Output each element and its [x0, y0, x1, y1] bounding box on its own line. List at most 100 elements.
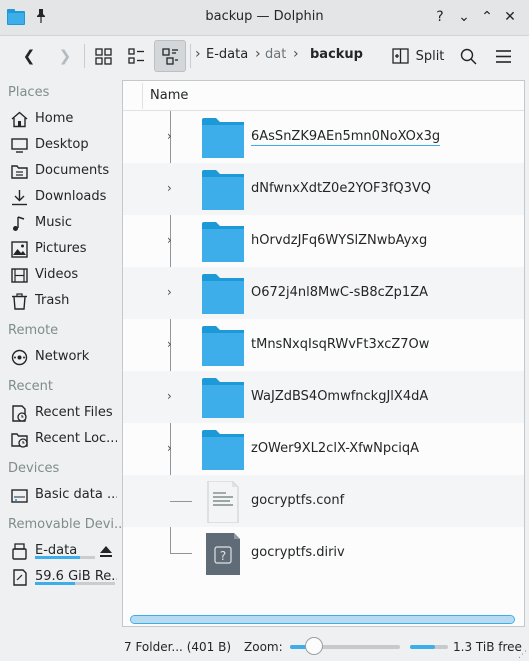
status-bar: 7 Folder... (401 B) Zoom: 1.3 TiB free	[0, 631, 529, 661]
icons-view-button[interactable]	[88, 40, 118, 72]
sidebar-item-label: Home	[35, 111, 74, 126]
sidebar-item-basic-data[interactable]: Basic data ...	[0, 483, 120, 507]
sidebar-item-label: Documents	[35, 163, 110, 178]
sd-card-icon	[13, 569, 27, 586]
sidebar-item-trash[interactable]: Trash	[0, 289, 120, 313]
file-row[interactable]: ? gocryptfs.diriv	[123, 527, 524, 579]
eject-icon[interactable]	[99, 544, 113, 558]
e-data-usage-bar	[35, 556, 95, 559]
split-view-icon	[391, 48, 409, 64]
resize-grip-icon[interactable]: ⋰	[518, 650, 527, 660]
details-view-icon	[161, 47, 178, 65]
folder-icon	[202, 274, 244, 314]
forward-button[interactable]: ❯	[50, 40, 80, 72]
zoom-label: Zoom:	[244, 640, 283, 654]
column-header: Name	[123, 81, 524, 111]
expander-arrow-icon[interactable]: ›	[167, 285, 172, 299]
toolbar-separator	[190, 44, 191, 68]
sidebar-item-label: Recent Loc...	[35, 431, 117, 446]
file-name[interactable]: gocryptfs.diriv	[251, 545, 345, 560]
horizontal-scrollbar[interactable]	[130, 615, 515, 624]
sidebar-item-pictures[interactable]: Pictures	[0, 237, 120, 261]
compact-view-icon	[127, 47, 144, 64]
file-name[interactable]: 6AsSnZK9AEn5mn0NoXOx3g	[251, 129, 441, 146]
minimize-button[interactable]: ⌄	[455, 8, 473, 26]
section-places: Places	[8, 85, 50, 100]
sidebar-item-label: Pictures	[35, 241, 87, 256]
breadcrumb-item[interactable]: E-data	[206, 47, 248, 62]
sidebar-item-recent-files[interactable]: Recent Files	[0, 401, 120, 425]
sidebar-item-label: Downloads	[35, 189, 107, 204]
file-row[interactable]: › tMnsNxqIsqRWvFt3xcZ7Ow	[123, 319, 524, 371]
toolbar-separator	[84, 44, 85, 68]
maximize-button[interactable]: ⌃	[478, 8, 496, 26]
music-icon	[13, 216, 25, 231]
sidebar-item-videos[interactable]: Videos	[0, 263, 120, 287]
file-row[interactable]: › O672j4nl8MwC-sB8cZp1ZA	[123, 267, 524, 319]
folder-icon	[202, 170, 244, 210]
file-row[interactable]: › hOrvdzJFq6WYSlZNwbAyxg	[123, 215, 524, 267]
scrollbar-thumb[interactable]	[131, 616, 514, 623]
usb-drive-icon	[12, 543, 27, 560]
sidebar-item-music[interactable]: Music	[0, 211, 120, 235]
expander-arrow-icon[interactable]: ›	[167, 181, 172, 195]
file-name[interactable]: hOrvdzJFq6WYSlZNwbAyxg	[251, 233, 427, 248]
section-removable-devices: Removable Devi...	[8, 517, 122, 532]
sidebar-item-recent-locations[interactable]: Recent Loc...	[0, 427, 120, 451]
file-row[interactable]: › zOWer9XL2clX-XfwNpciqA	[123, 423, 524, 475]
recent-locations-icon	[11, 433, 28, 448]
drive-icon	[11, 489, 28, 503]
details-view-button[interactable]	[154, 40, 186, 72]
help-button[interactable]: ?	[431, 8, 449, 26]
tree-line	[170, 501, 192, 502]
unknown-file-icon: ?	[206, 533, 240, 575]
file-name[interactable]: tMnsNxqIsqRWvFt3xcZ7Ow	[251, 337, 429, 352]
breadcrumb-current[interactable]: backup	[310, 47, 363, 62]
desktop-icon	[11, 138, 28, 153]
expander-arrow-icon[interactable]: ›	[167, 129, 172, 143]
sidebar-item-downloads[interactable]: Downloads	[0, 185, 120, 209]
sidebar-item-label: Recent Files	[35, 405, 113, 420]
window-title: backup — Dolphin	[205, 9, 324, 24]
breadcrumb-item[interactable]: dat	[265, 47, 286, 62]
column-header-name[interactable]: Name	[150, 88, 188, 103]
expander-arrow-icon[interactable]: ›	[167, 441, 172, 455]
back-button[interactable]: ❮	[14, 40, 44, 72]
file-row[interactable]: gocryptfs.conf	[123, 475, 524, 527]
trash-icon	[12, 293, 27, 310]
close-button[interactable]: ✕	[501, 8, 519, 26]
documents-icon	[11, 165, 28, 179]
file-view[interactable]: Name › 6AsSnZK9AEn5mn0NoXOx3g › dNfwnxXd…	[122, 80, 525, 627]
free-space-label: 1.3 TiB free	[453, 640, 522, 654]
sidebar-item-documents[interactable]: Documents	[0, 159, 120, 183]
file-row[interactable]: › WaJZdBS4OmwfnckgJlX4dA	[123, 371, 524, 423]
file-name[interactable]: O672j4nl8MwC-sB8cZp1ZA	[251, 285, 428, 300]
sidebar-item-e-data[interactable]: E-data	[0, 539, 120, 563]
expander-arrow-icon[interactable]: ›	[167, 233, 172, 247]
compact-view-button[interactable]	[121, 40, 151, 72]
status-info: 7 Folder... (401 B)	[124, 640, 232, 654]
folder-icon	[202, 222, 244, 262]
pictures-icon	[11, 241, 28, 258]
folder-icon	[202, 378, 244, 418]
file-row[interactable]: › dNfwnxXdtZ0e2YOF3fQ3VQ	[123, 163, 524, 215]
expander-arrow-icon[interactable]: ›	[167, 389, 172, 403]
zoom-slider-handle[interactable]	[305, 637, 324, 655]
sidebar-item-sd-card[interactable]: 59.6 GiB Re...	[0, 565, 120, 589]
split-button[interactable]: Split	[390, 40, 446, 72]
hamburger-menu-button[interactable]	[488, 40, 518, 72]
file-name[interactable]: dNfwnxXdtZ0e2YOF3fQ3VQ	[251, 181, 431, 196]
sidebar-item-desktop[interactable]: Desktop	[0, 133, 120, 157]
file-row[interactable]: › 6AsSnZK9AEn5mn0NoXOx3g	[123, 111, 524, 163]
file-name[interactable]: zOWer9XL2clX-XfwNpciqA	[251, 441, 419, 456]
sidebar-item-network[interactable]: Network	[0, 345, 120, 369]
file-name[interactable]: WaJZdBS4OmwfnckgJlX4dA	[251, 389, 428, 404]
videos-icon	[11, 268, 28, 283]
expander-arrow-icon[interactable]: ›	[167, 337, 172, 351]
sidebar-item-home[interactable]: Home	[0, 107, 120, 131]
free-space-bar	[410, 645, 448, 649]
file-name[interactable]: gocryptfs.conf	[251, 493, 344, 508]
usage-fill	[35, 556, 80, 559]
search-button[interactable]	[453, 40, 483, 72]
text-file-icon	[207, 481, 239, 523]
